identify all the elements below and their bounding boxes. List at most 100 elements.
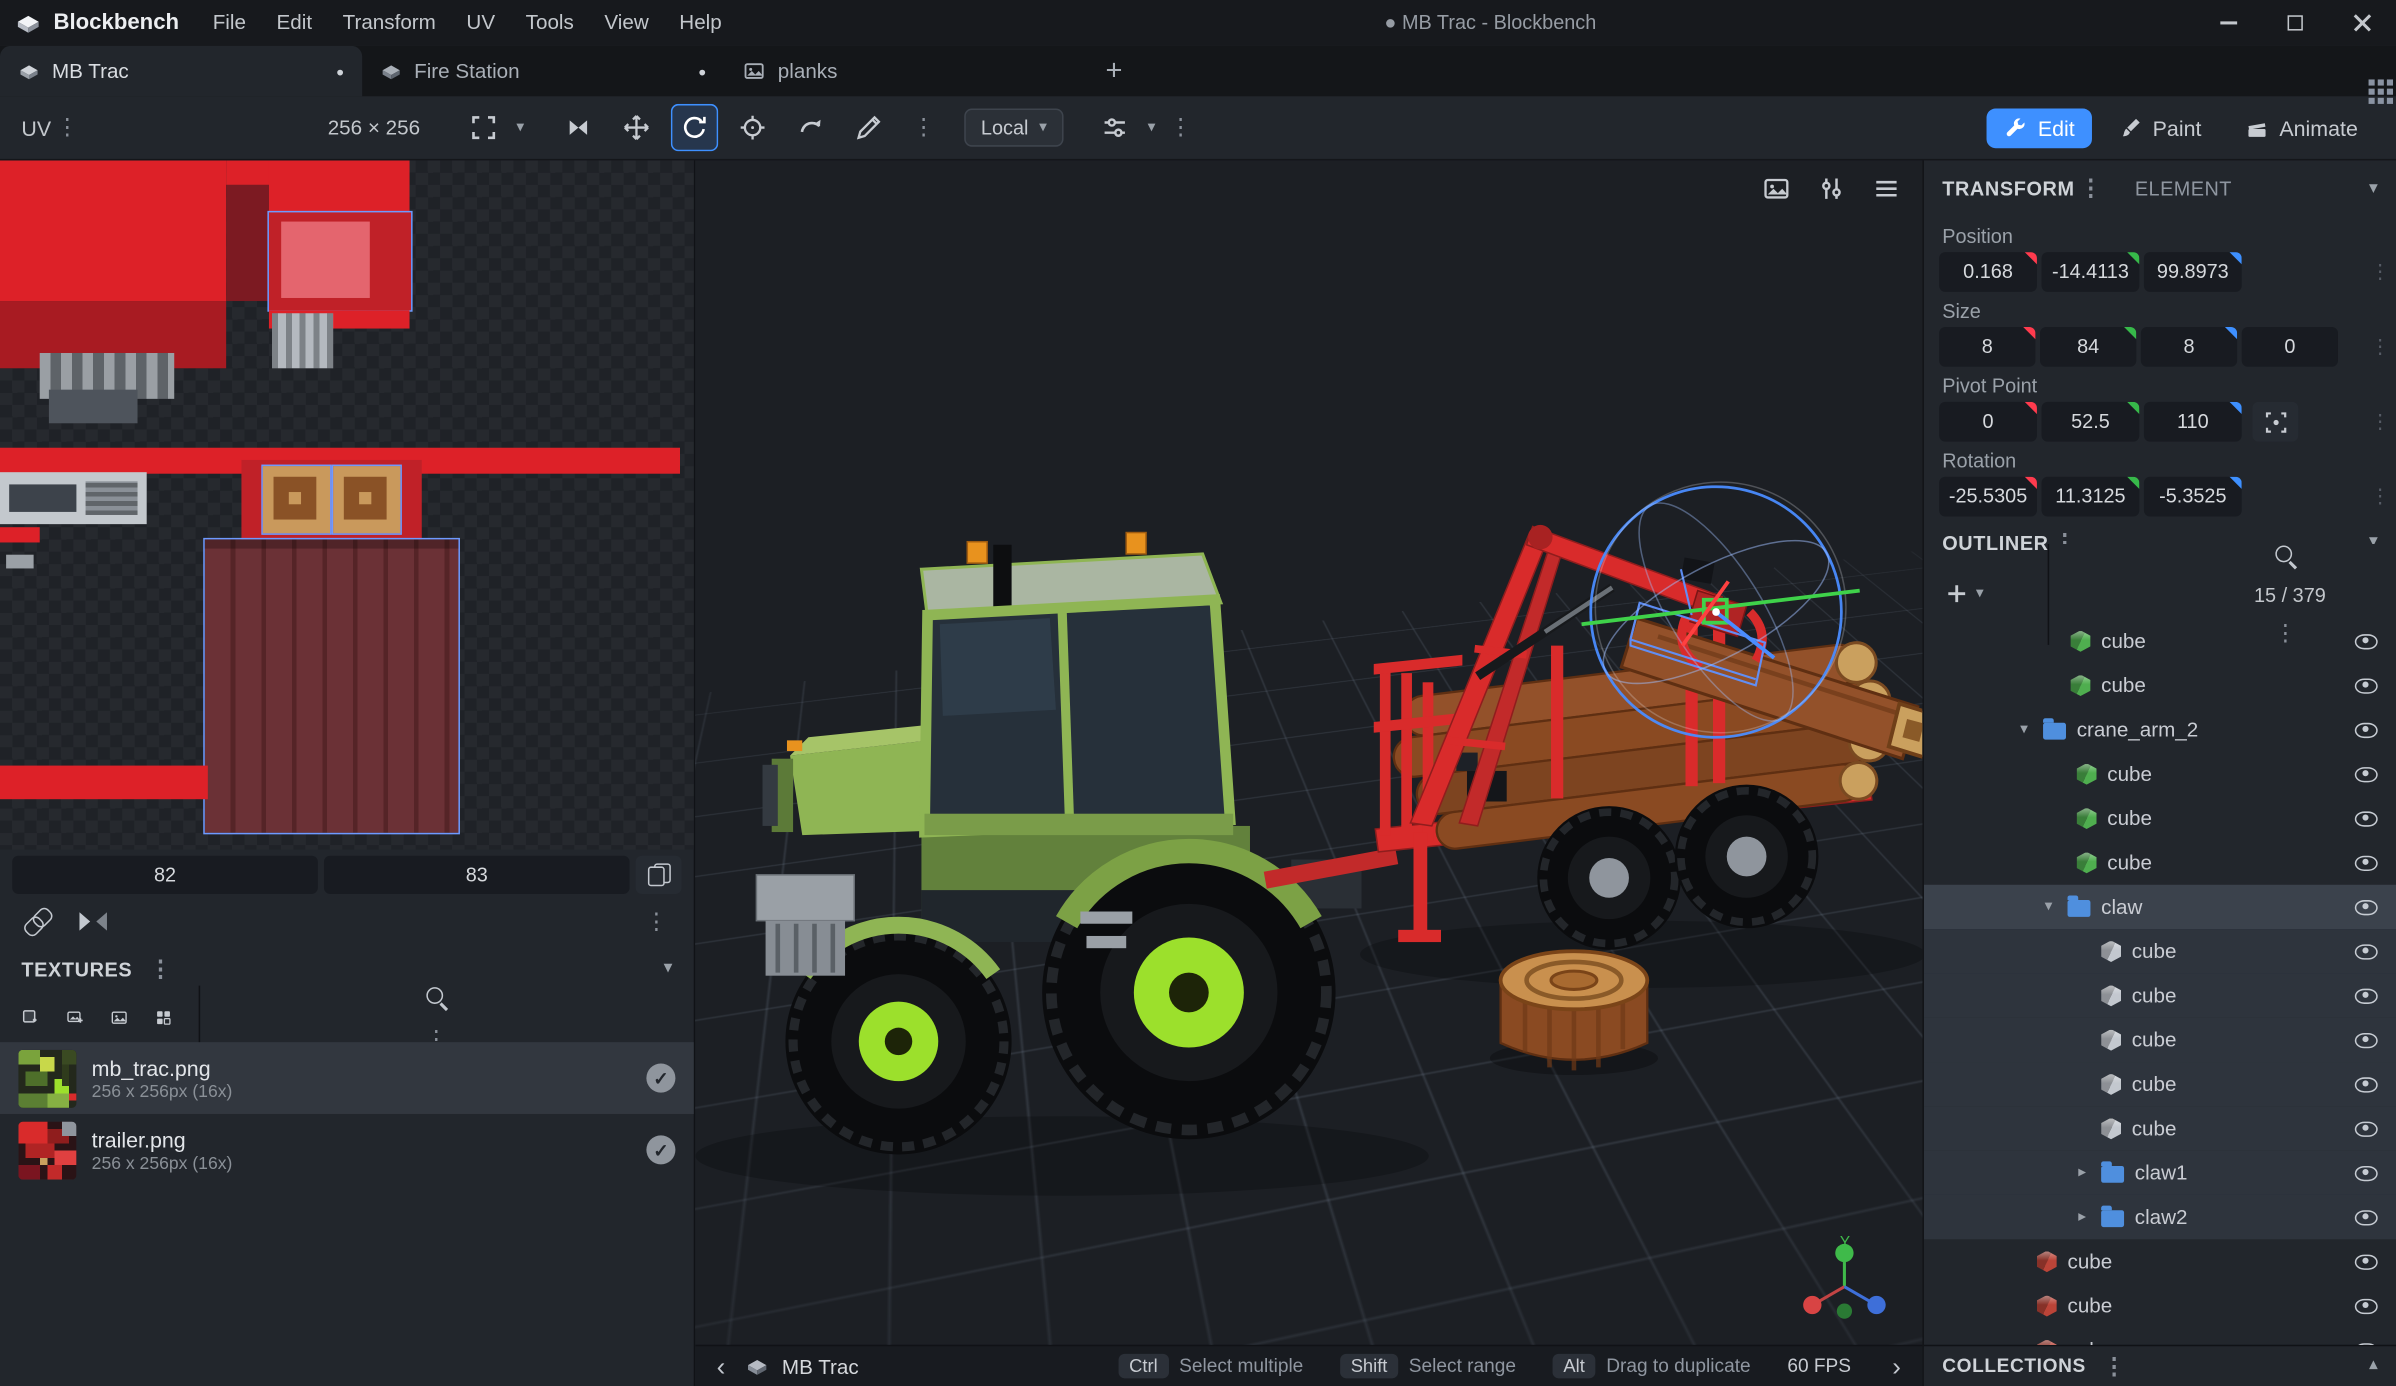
row-menu-icon[interactable]: ⋮: [2370, 335, 2390, 359]
uv-editor-canvas[interactable]: [0, 160, 694, 849]
move-tool[interactable]: [613, 104, 660, 151]
next-model-chevron[interactable]: ›: [1886, 1353, 1907, 1379]
outliner-item-cube[interactable]: cube: [1924, 663, 2396, 707]
visibility-toggle-icon[interactable]: [2353, 1073, 2379, 1094]
rotate-tool[interactable]: [671, 104, 718, 151]
visibility-toggle-icon[interactable]: [2353, 895, 2379, 916]
uv-y-field[interactable]: 83: [324, 855, 630, 893]
prev-model-chevron[interactable]: ‹: [711, 1353, 732, 1379]
outliner-item-cube[interactable]: cube: [1924, 973, 2396, 1017]
outliner-item-cube[interactable]: cube: [1924, 1018, 2396, 1062]
texture-assigned-check-icon[interactable]: ✓: [646, 1135, 675, 1164]
menu-file[interactable]: File: [197, 0, 261, 46]
uv-selection-box[interactable]: [269, 212, 411, 310]
transform-space-select[interactable]: Local ▾: [964, 108, 1063, 146]
search-icon[interactable]: [2273, 543, 2297, 567]
uv-toolbar-menu-icon[interactable]: ⋮: [640, 910, 672, 933]
uv-panel-menu-icon[interactable]: ⋮: [51, 116, 83, 139]
pivot-z-field[interactable]: 110: [2144, 402, 2242, 442]
element-tab-label[interactable]: ELEMENT: [2135, 177, 2232, 200]
size-z-field[interactable]: 8: [2141, 327, 2237, 367]
visibility-toggle-icon[interactable]: [2353, 1117, 2379, 1138]
menu-edit[interactable]: Edit: [261, 0, 327, 46]
visibility-toggle-icon[interactable]: [2353, 984, 2379, 1005]
size-inflate-field[interactable]: 0: [2242, 327, 2338, 367]
size-x-field[interactable]: 8: [1939, 327, 2035, 367]
outliner-item-cube[interactable]: cube: [1924, 796, 2396, 840]
collections-header[interactable]: COLLECTIONS ⋮ ▴: [1924, 1345, 2396, 1386]
mirror-uv-icon[interactable]: [79, 911, 107, 932]
rotation-y-field[interactable]: 11.3125: [2042, 477, 2140, 517]
app-grid-icon[interactable]: [2369, 79, 2375, 85]
reference-image-icon[interactable]: [110, 1004, 128, 1032]
pivot-tool[interactable]: [729, 104, 776, 151]
outliner-item-cube[interactable]: cube: [1924, 752, 2396, 796]
transform-menu-icon[interactable]: ⋮: [2075, 177, 2108, 200]
chevron-up-icon[interactable]: ▴: [2369, 1358, 2377, 1373]
textures-menu-icon[interactable]: ⋮: [144, 957, 177, 980]
outliner-group-claw-selected[interactable]: ▾ claw: [1924, 885, 2396, 929]
mode-animate[interactable]: Animate: [2227, 108, 2374, 148]
search-icon[interactable]: [424, 985, 448, 1009]
visibility-toggle-icon[interactable]: [2353, 807, 2379, 828]
menu-transform[interactable]: Transform: [327, 0, 451, 46]
outliner-item-cube[interactable]: cube: [1924, 1284, 2396, 1328]
add-element-button[interactable]: ▾: [1944, 581, 1984, 607]
row-menu-icon[interactable]: ⋮: [2370, 260, 2390, 284]
close-button[interactable]: [2329, 0, 2396, 46]
knife-tool[interactable]: [845, 104, 892, 151]
visibility-toggle-icon[interactable]: [2353, 1339, 2379, 1345]
chevron-down-icon[interactable]: ▾: [1148, 120, 1156, 135]
mirror-modeling-button[interactable]: [1091, 104, 1138, 151]
chevron-down-icon[interactable]: ▾: [664, 961, 672, 976]
visibility-toggle-icon[interactable]: [2353, 1161, 2379, 1182]
tab-planks[interactable]: planks: [724, 46, 1086, 96]
texture-assigned-check-icon[interactable]: ✓: [646, 1064, 675, 1093]
outliner-group-crane-arm-2[interactable]: ▾ crane_arm_2: [1924, 708, 2396, 752]
frame-view-button[interactable]: [460, 104, 507, 151]
axes-indicator[interactable]: Y: [1794, 1232, 1895, 1333]
focus-pivot-button[interactable]: [2252, 402, 2298, 442]
visibility-toggle-icon[interactable]: [2353, 1206, 2379, 1227]
collections-menu-icon[interactable]: ⋮: [2098, 1355, 2131, 1378]
toolbar-menu-icon[interactable]: ⋮: [1165, 116, 1197, 139]
menu-uv[interactable]: UV: [451, 0, 510, 46]
import-texture-icon[interactable]: [66, 1004, 84, 1032]
mode-paint[interactable]: Paint: [2101, 108, 2219, 148]
outliner-group-claw1[interactable]: ▸ claw1: [1924, 1151, 2396, 1195]
visibility-toggle-icon[interactable]: [2353, 718, 2379, 739]
visibility-toggle-icon[interactable]: [2353, 674, 2379, 695]
uv-selection-box[interactable]: [205, 539, 459, 832]
create-texture-icon[interactable]: [21, 1004, 39, 1032]
viewport-canvas[interactable]: Y: [695, 160, 1922, 1344]
outliner-item-cube[interactable]: cube: [1924, 840, 2396, 884]
visibility-toggle-icon[interactable]: [2353, 630, 2379, 651]
vertex-snap-tool[interactable]: [787, 104, 834, 151]
outliner-item-cube[interactable]: cube: [1924, 929, 2396, 973]
uv-selection-box[interactable]: [263, 466, 330, 533]
outliner-group-claw2[interactable]: ▸ claw2: [1924, 1195, 2396, 1239]
pivot-x-field[interactable]: 0: [1939, 402, 2037, 442]
position-z-field[interactable]: 99.8973: [2144, 252, 2242, 292]
visibility-toggle-icon[interactable]: [2353, 851, 2379, 872]
pivot-y-field[interactable]: 52.5: [2042, 402, 2140, 442]
outliner-item-cube[interactable]: cube: [1924, 1062, 2396, 1106]
tool-menu-icon[interactable]: ⋮: [908, 116, 940, 139]
uv-selection-box[interactable]: [333, 466, 400, 533]
menu-help[interactable]: Help: [664, 0, 737, 46]
menu-tools[interactable]: Tools: [510, 0, 589, 46]
visibility-toggle-icon[interactable]: [2353, 940, 2379, 961]
outliner-item-cube[interactable]: cube: [1924, 1106, 2396, 1150]
new-tab-button[interactable]: +: [1086, 46, 1141, 96]
rotation-z-field[interactable]: -5.3525: [2144, 477, 2242, 517]
chevron-right-icon[interactable]: ▸: [2074, 1165, 2091, 1180]
row-menu-icon[interactable]: ⋮: [2370, 410, 2390, 434]
transform-header[interactable]: TRANSFORM ⋮ ELEMENT ▾: [1924, 160, 2396, 217]
viewport-menu-button[interactable]: [1872, 174, 1901, 203]
tab-mb-trac[interactable]: MB Trac •: [0, 46, 362, 96]
chevron-down-icon[interactable]: ▾: [516, 120, 524, 135]
texture-item-trailer[interactable]: trailer.png 256 x 256px (16x) ✓: [0, 1114, 694, 1186]
tab-fire-station[interactable]: Fire Station •: [362, 46, 724, 96]
texture-item-mb-trac[interactable]: mb_trac.png 256 x 256px (16x) ✓: [0, 1042, 694, 1114]
chevron-down-icon[interactable]: ▾: [1976, 586, 1984, 601]
